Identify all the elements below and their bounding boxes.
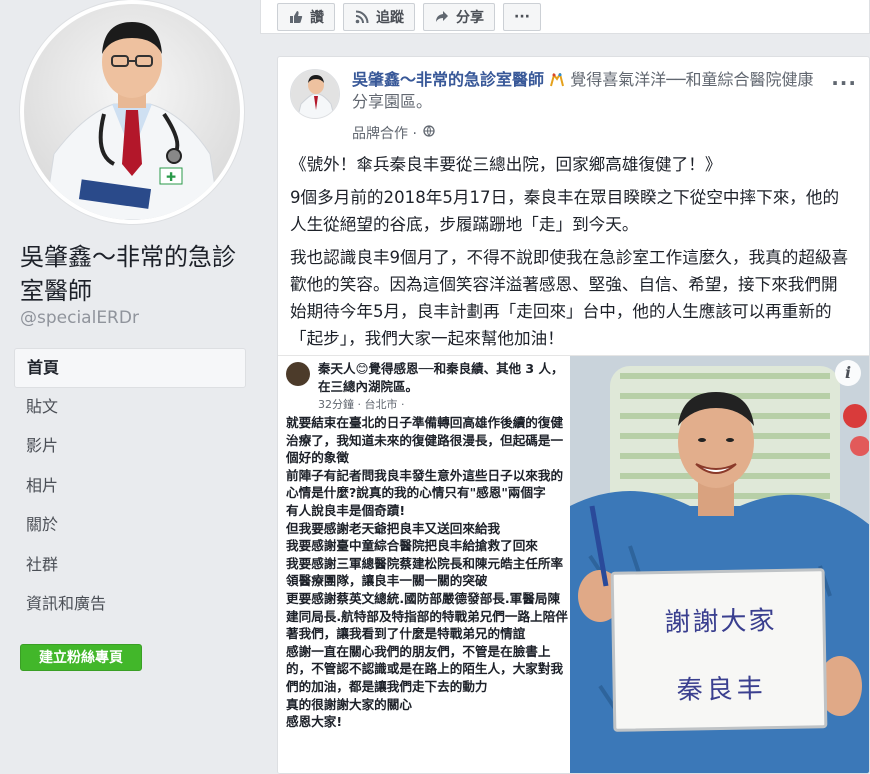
page-handle[interactable]: @specialERDr xyxy=(20,308,139,328)
embedded-line: 更要感謝蔡英文總統.國防部嚴德發部長.軍醫局陳建同局長.航特部及特指部的特戰弟兄… xyxy=(286,590,568,642)
embedded-line: 我要感謝臺中童綜合醫院把良丰給搶救了回來 xyxy=(286,538,538,554)
post-card: 吳肇鑫～非常的急診室醫師 覺得喜氣洋洋──和童綜合醫院健康分享園區。 品牌合作 … xyxy=(277,56,870,774)
nav-item-community[interactable]: 社群 xyxy=(14,546,246,586)
embedded-line: 有人說良丰是個奇蹟! xyxy=(286,502,406,518)
info-button[interactable]: i xyxy=(835,360,861,386)
nav-item-posts[interactable]: 貼文 xyxy=(14,388,246,428)
post-paragraph: 我也認識良丰9個月了，不得不說即使我在急診室工作這麼久，我真的超級喜歡他的笑容。… xyxy=(290,248,849,348)
page-action-bar: 讚 追蹤 分享 ··· xyxy=(260,0,870,34)
embedded-line: 就要結束在臺北的日子準備轉回高雄作後續的復健治療了，我知道未來的復健路很漫長，但… xyxy=(286,415,564,466)
post-meta: 品牌合作 · xyxy=(352,123,435,143)
share-button[interactable]: 分享 xyxy=(423,2,495,31)
nav-item-photos[interactable]: 相片 xyxy=(14,467,246,507)
post-header: 吳肇鑫～非常的急診室醫師 覺得喜氣洋洋──和童綜合醫院健康分享園區。 xyxy=(352,69,822,113)
follow-label: 追蹤 xyxy=(376,9,404,26)
post-options-button[interactable]: ··· xyxy=(831,71,857,95)
nav-item-videos[interactable]: 影片 xyxy=(14,427,246,467)
thumbs-up-icon xyxy=(288,9,304,25)
share-label: 分享 xyxy=(456,9,484,26)
nav-item-home[interactable]: 首頁 xyxy=(14,348,246,388)
embedded-line: 但我要感謝老天爺把良丰又送回來給我 xyxy=(286,520,501,536)
create-page-button[interactable]: 建立粉絲專頁 xyxy=(20,644,142,671)
page-title[interactable]: 吳肇鑫～非常的急診室醫師 xyxy=(20,240,245,308)
doctor-portrait-image: ✚ xyxy=(24,4,240,220)
embedded-line: 前陣子有記者問我良丰發生意外這些日子以來我的心情是什麼?說真的我的心情只有"感恩… xyxy=(286,467,564,501)
post-paragraph: 9個多月前的2018年5月17日，秦良丰在眾目睽睽之下從空中摔下來，他的人生從絕… xyxy=(290,188,840,234)
left-column: ✚ 吳肇鑫～非常的急診室醫師 @specialERDr 首頁 貼文 影片 相片 … xyxy=(0,0,258,774)
whiteboard-text-thanks: 謝謝大家 xyxy=(664,605,777,638)
globe-icon xyxy=(423,125,435,141)
branded-content-label[interactable]: 品牌合作 · xyxy=(352,123,417,143)
embedded-line: 我要感謝三軍總醫院蔡建松院長和陳元皓主任所率領醫療團隊，讓良丰一關一關的突破 xyxy=(286,555,564,589)
rss-icon xyxy=(354,9,370,25)
nav-item-info-ads[interactable]: 資訊和廣告 xyxy=(14,585,246,625)
patient-photo: 謝謝大家 秦良丰 i xyxy=(570,356,869,773)
embedded-post-screenshot: 秦天人😊覺得感恩──和秦良績、其他 3 人，在三總內湖院區。 32分鐘 · 台北… xyxy=(278,356,570,773)
whiteboard-sign: 謝謝大家 秦良丰 xyxy=(610,568,828,732)
more-icon: ··· xyxy=(514,8,530,25)
embedded-author-avatar xyxy=(286,362,310,386)
nav-item-about[interactable]: 關於 xyxy=(14,506,246,546)
follow-button[interactable]: 追蹤 xyxy=(343,2,415,31)
post-author-link[interactable]: 吳肇鑫～非常的急診室醫師 xyxy=(352,70,544,89)
embedded-post-header: 秦天人😊覺得感恩──和秦良績、其他 3 人，在三總內湖院區。 xyxy=(318,361,564,394)
svg-text:✚: ✚ xyxy=(166,170,176,184)
profile-picture[interactable]: ✚ xyxy=(20,0,244,224)
embedded-post-meta: 32分鐘 · 台北市 · xyxy=(318,398,405,411)
like-button[interactable]: 讚 xyxy=(277,2,335,31)
embedded-line: 真的很謝謝大家的關心 xyxy=(286,696,412,712)
embedded-line: 感謝一直在關心我們的朋友們，不管是在臉書上的，不管認不認識或是在路上的陌生人，大… xyxy=(286,643,564,694)
post-photo[interactable]: 秦天人😊覺得感恩──和秦良績、其他 3 人，在三總內湖院區。 32分鐘 · 台北… xyxy=(278,355,869,773)
whiteboard-text-name: 秦良丰 xyxy=(676,674,767,706)
like-label: 讚 xyxy=(310,9,324,26)
author-avatar-image xyxy=(291,70,339,118)
embedded-post-text: 就要結束在臺北的日子準備轉回高雄作後續的復健治療了，我知道未來的復健路很漫長，但… xyxy=(286,414,568,731)
post-headline: 《號外！傘兵秦良丰要從三總出院，回家鄉高雄復健了！》 xyxy=(290,155,722,174)
post-author-avatar[interactable] xyxy=(290,69,340,119)
page-nav: 首頁 貼文 影片 相片 關於 社群 資訊和廣告 xyxy=(14,348,246,625)
post-body: 《號外！傘兵秦良丰要從三總出院，回家鄉高雄復健了！》 9個多月前的2018年5月… xyxy=(290,151,850,358)
more-options-button[interactable]: ··· xyxy=(503,2,541,31)
share-arrow-icon xyxy=(434,9,450,25)
embedded-line: 感恩大家! xyxy=(286,714,343,730)
celebration-icon xyxy=(549,71,565,87)
